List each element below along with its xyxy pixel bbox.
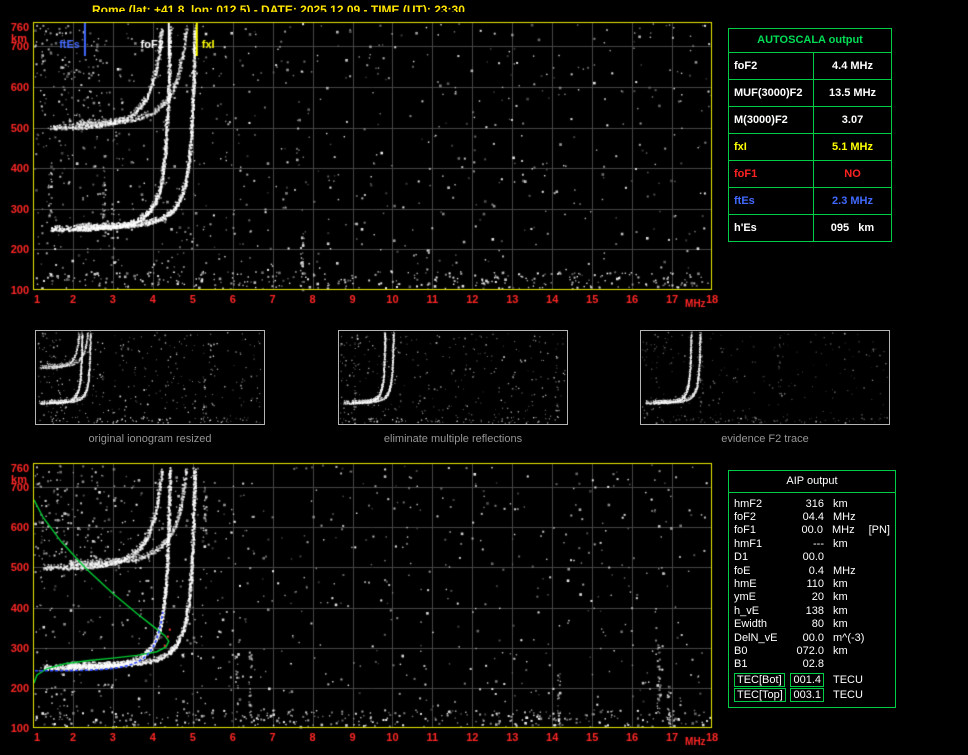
autoscala-row-fxi: fxI 5.1 MHz <box>729 134 891 161</box>
ionogram-top-canvas <box>0 12 724 312</box>
aip-row-ewidth: Ewidth 80 km <box>729 618 895 631</box>
aip-row-tec-top-: TEC[Top] 003.1 TECU <box>729 688 895 703</box>
aip-row-value: 001.4 <box>790 672 824 687</box>
aip-row-value: --- <box>813 537 824 550</box>
thumbnail-caption-eliminate: eliminate multiple reflections <box>383 433 523 445</box>
aip-row-fof1: foF1 00.0 MHz [PN] <box>729 524 895 537</box>
autoscala-output-table: AUTOSCALA output foF2 4.4 MHz MUF(3000)F2 1… <box>728 28 892 242</box>
aip-row-hmf1: hmF1 --- km <box>729 537 895 550</box>
aip-row-value: 20 <box>811 591 824 604</box>
aip-row-value: 02.8 <box>802 658 824 671</box>
autoscala-table-body: foF2 4.4 MHz MUF(3000)F2 13.5 MHz M(3000)F2 3… <box>729 53 891 241</box>
aip-row-hme: hmE 110 km <box>729 577 895 590</box>
aip-row-unit: km <box>833 537 848 550</box>
aip-row-hmf2: hmF2 316 km <box>729 497 895 510</box>
aip-row-fof2: foF2 04.4 MHz <box>729 510 895 523</box>
autoscala-row-label: fxI <box>729 134 814 160</box>
aip-row-d1: D1 00.0 <box>729 551 895 564</box>
aip-row-label: foF2 <box>734 511 757 524</box>
aip-row-label: hmF2 <box>734 497 763 510</box>
thumbnail-evidence-f2-trace <box>640 330 890 425</box>
aip-row-label: ymE <box>734 591 756 604</box>
aip-row-unit: km <box>833 644 848 657</box>
aip-row-unit: km <box>833 591 848 604</box>
aip-row-unit: MHz <box>833 564 856 577</box>
aip-table-title: AIP output <box>729 471 895 493</box>
aip-row-value: 04.4 <box>802 511 824 524</box>
aip-row-tec-bot-: TEC[Bot] 001.4 TECU <box>729 672 895 687</box>
aip-row-unit: km <box>833 604 848 617</box>
autoscala-row-value: 095 km <box>830 222 875 234</box>
aip-row-unit: m^(-3) <box>833 631 865 644</box>
aip-row-unit: km <box>833 578 848 591</box>
aip-row-label: DelN_vE <box>734 631 778 644</box>
autoscala-row-h-es: h'Es 095 km <box>729 215 891 241</box>
aip-row-label: foE <box>734 564 751 577</box>
aip-row-label: Ewidth <box>734 618 768 631</box>
aip-table-body: hmF2 316 km foF2 04.4 MHz foF1 00.0 MHz [PN] hmF1 -… <box>729 497 895 703</box>
thumbnail-eliminate-reflections <box>338 330 568 425</box>
aip-row-value: 00.0 <box>802 551 824 564</box>
aip-row-label: TEC[Bot] <box>734 672 790 687</box>
aip-row-unit: TECU <box>833 673 863 686</box>
thumbnail-caption-original: original ionogram resized <box>88 433 212 445</box>
aip-row-label: B0 <box>734 644 748 657</box>
autoscala-row-label: MUF(3000)F2 <box>729 80 814 106</box>
autoscala-row-ftes: ftEs 2.3 MHz <box>729 188 891 215</box>
autoscala-row-muf-3000-f2: MUF(3000)F2 13.5 MHz <box>729 80 891 107</box>
autoscala-row-fof1: foF1 NO <box>729 161 891 188</box>
aip-row-value: 316 <box>805 497 824 510</box>
aip-row-label: B1 <box>734 658 748 671</box>
aip-row-value: 00.0 <box>802 631 824 644</box>
autoscala-screen: Rome (lat: +41.8, lon: 012.5) - DATE: 20… <box>0 0 968 755</box>
aip-row-unit: km <box>833 497 848 510</box>
aip-row-yme: ymE 20 km <box>729 591 895 604</box>
autoscala-row-value: 5.1 MHz <box>832 141 873 153</box>
aip-row-h-ve: h_vE 138 km <box>729 604 895 617</box>
aip-row-unit: TECU <box>833 689 863 702</box>
aip-row-b0: B0 072.0 km <box>729 644 895 657</box>
aip-row-label: h_vE <box>734 604 760 617</box>
aip-row-deln-ve: DelN_vE 00.0 m^(-3) <box>729 631 895 644</box>
aip-row-label: hmF1 <box>734 537 763 550</box>
autoscala-row-label: foF2 <box>729 53 814 79</box>
aip-row-value: 072.0 <box>796 644 824 657</box>
aip-output-table: AIP output hmF2 316 km foF2 04.4 MHz foF1 00.0 M… <box>728 470 896 708</box>
aip-row-foe: foE 0.4 MHz <box>729 564 895 577</box>
aip-row-extra: [PN] <box>868 524 890 537</box>
autoscala-row-label: h'Es <box>729 215 814 241</box>
aip-row-b1: B1 02.8 <box>729 658 895 671</box>
thumbnail-caption-evidence: evidence F2 trace <box>721 433 809 445</box>
autoscala-row-value: 2.3 MHz <box>832 195 873 207</box>
aip-row-unit: MHz <box>833 511 856 524</box>
aip-row-value: 80 <box>811 618 824 631</box>
aip-row-value: 138 <box>805 604 824 617</box>
autoscala-row-value: NO <box>844 168 861 180</box>
autoscala-row-value: 3.07 <box>841 114 864 126</box>
autoscala-row-fof2: foF2 4.4 MHz <box>729 53 891 80</box>
autoscala-row-value: 4.4 MHz <box>832 60 873 72</box>
aip-row-unit: MHz <box>831 524 855 537</box>
aip-row-value: 110 <box>806 578 824 591</box>
autoscala-row-label: ftEs <box>729 188 814 214</box>
autoscala-row-m-3000-f2: M(3000)F2 3.07 <box>729 107 891 134</box>
aip-row-label: D1 <box>734 551 749 564</box>
aip-row-value: 0.4 <box>808 564 824 577</box>
aip-row-value: 003.1 <box>790 688 824 703</box>
aip-row-label: hmE <box>734 578 757 591</box>
aip-row-label: foF1 <box>734 524 757 537</box>
thumbnail-original-ionogram <box>35 330 265 425</box>
aip-row-value: 00.0 <box>801 524 823 537</box>
autoscala-table-title: AUTOSCALA output <box>729 29 891 53</box>
autoscala-row-label: M(3000)F2 <box>729 107 814 133</box>
ionogram-bottom-canvas <box>0 456 724 755</box>
autoscala-row-value: 13.5 MHz <box>828 87 877 99</box>
aip-row-unit: km <box>833 618 848 631</box>
autoscala-row-label: foF1 <box>729 161 814 187</box>
aip-row-label: TEC[Top] <box>734 688 790 703</box>
